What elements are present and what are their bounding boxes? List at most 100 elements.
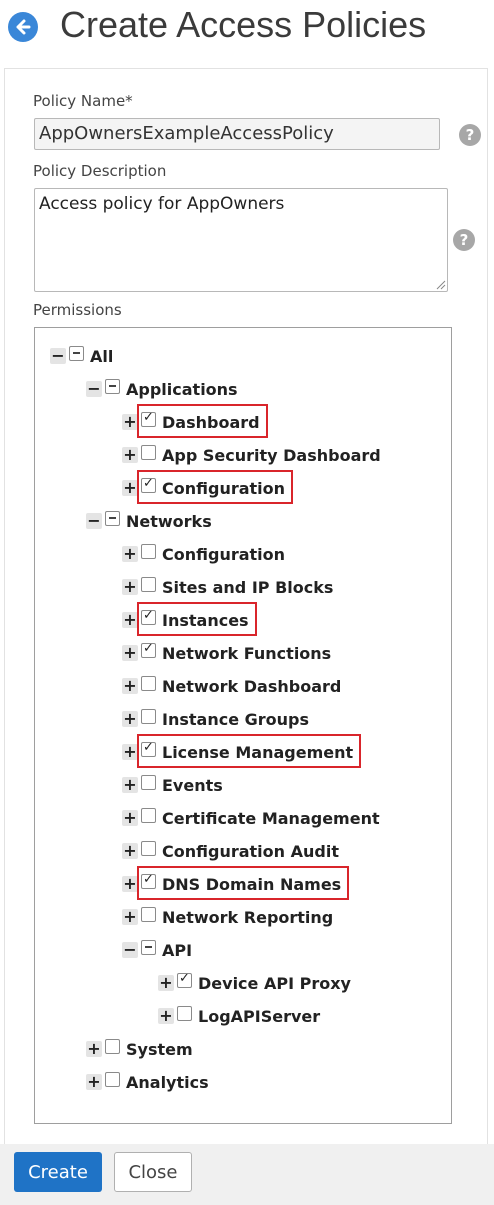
- tree-node-checkbox[interactable]: [141, 872, 156, 889]
- collapse-icon[interactable]: −: [86, 513, 102, 529]
- tree-node-checkbox[interactable]: [141, 444, 156, 460]
- tree-node-checkbox[interactable]: [141, 740, 156, 757]
- tree-node[interactable]: + Certificate Management: [122, 806, 380, 830]
- tree-node[interactable]: + Configuration: [122, 542, 285, 566]
- tree-node-checkbox[interactable]: [141, 906, 156, 922]
- tree-node-checkbox[interactable]: [141, 675, 156, 691]
- tree-node-checkbox[interactable]: [177, 971, 192, 988]
- create-button[interactable]: Create: [14, 1152, 102, 1192]
- tree-node-label: Configuration: [162, 478, 286, 498]
- tree-node-label: App Security Dashboard: [162, 445, 381, 465]
- tree-node-label: System: [126, 1039, 193, 1059]
- tree-node-checkbox[interactable]: [141, 476, 156, 493]
- tree-node-checkbox[interactable]: [141, 543, 156, 559]
- tree-node[interactable]: + Device API Proxy: [158, 971, 351, 995]
- tree-node[interactable]: − All: [50, 344, 113, 368]
- tree-node[interactable]: + DNS Domain Names: [122, 872, 341, 896]
- tree-node[interactable]: − Networks: [86, 509, 212, 533]
- tree-node-checkbox[interactable]: [141, 774, 156, 790]
- tree-node-checkbox[interactable]: [105, 378, 120, 394]
- close-button[interactable]: Close: [114, 1152, 192, 1192]
- policy-description-help-icon[interactable]: ?: [453, 229, 475, 251]
- tree-node-label: Applications: [126, 379, 238, 399]
- expand-icon[interactable]: +: [158, 1008, 174, 1024]
- tree-node[interactable]: + Events: [122, 773, 223, 797]
- tree-node[interactable]: + Dashboard: [122, 410, 260, 434]
- expand-icon[interactable]: +: [122, 447, 138, 463]
- tree-node-label: All: [90, 346, 114, 366]
- expand-icon[interactable]: +: [86, 1074, 102, 1090]
- tree-node-checkbox[interactable]: [141, 641, 156, 658]
- expand-icon[interactable]: +: [122, 612, 138, 628]
- tree-node[interactable]: − Applications: [86, 377, 238, 401]
- tree-node-label: Dashboard: [162, 412, 260, 432]
- tree-node-label: Network Reporting: [162, 907, 334, 927]
- tree-node[interactable]: + Analytics: [86, 1070, 209, 1094]
- tree-node[interactable]: + App Security Dashboard: [122, 443, 381, 467]
- expand-icon[interactable]: +: [122, 777, 138, 793]
- tree-node-checkbox[interactable]: [105, 1071, 120, 1087]
- tree-node-label: Network Dashboard: [162, 676, 342, 696]
- tree-node-label: LogAPIServer: [198, 1006, 321, 1026]
- tree-node-label: Certificate Management: [162, 808, 380, 828]
- tree-node[interactable]: + Network Reporting: [122, 905, 333, 929]
- tree-node-label: Sites and IP Blocks: [162, 577, 334, 597]
- expand-icon[interactable]: +: [86, 1041, 102, 1057]
- tree-node[interactable]: + Configuration: [122, 476, 285, 500]
- tree-node-checkbox[interactable]: [141, 939, 156, 955]
- tree-node[interactable]: + License Management: [122, 740, 353, 764]
- expand-icon[interactable]: +: [158, 975, 174, 991]
- expand-icon[interactable]: +: [122, 909, 138, 925]
- expand-icon[interactable]: +: [122, 546, 138, 562]
- tree-node[interactable]: − API: [122, 938, 192, 962]
- expand-icon[interactable]: +: [122, 678, 138, 694]
- expand-icon[interactable]: +: [122, 810, 138, 826]
- tree-node-label: Network Functions: [162, 643, 332, 663]
- tree-node-label: Instances: [162, 610, 249, 630]
- tree-node-checkbox[interactable]: [141, 708, 156, 724]
- tree-node-label: License Management: [162, 742, 354, 762]
- policy-name-label: Policy Name*: [33, 92, 133, 110]
- policy-name-help-icon[interactable]: ?: [459, 124, 481, 146]
- policy-description-textarea[interactable]: Access policy for AppOwners: [34, 188, 448, 292]
- tree-node[interactable]: + Instances: [122, 608, 249, 632]
- tree-node-label: Analytics: [126, 1072, 209, 1092]
- expand-icon[interactable]: +: [122, 645, 138, 661]
- tree-node-checkbox[interactable]: [141, 608, 156, 625]
- collapse-icon[interactable]: −: [50, 348, 66, 364]
- tree-node-checkbox[interactable]: [141, 807, 156, 823]
- tree-node-checkbox[interactable]: [141, 576, 156, 592]
- tree-node-label: Configuration: [162, 544, 286, 564]
- expand-icon[interactable]: +: [122, 876, 138, 892]
- policy-description-text: Access policy for AppOwners: [39, 194, 285, 214]
- permissions-label: Permissions: [33, 301, 122, 319]
- tree-node-checkbox[interactable]: [69, 345, 84, 361]
- collapse-icon[interactable]: −: [86, 381, 102, 397]
- tree-node[interactable]: + Network Dashboard: [122, 674, 341, 698]
- back-button[interactable]: [8, 12, 38, 42]
- page-title: Create Access Policies: [60, 4, 427, 45]
- tree-node[interactable]: + Configuration Audit: [122, 839, 339, 863]
- expand-icon[interactable]: +: [122, 744, 138, 760]
- expand-icon[interactable]: +: [122, 711, 138, 727]
- tree-node-checkbox[interactable]: [141, 410, 156, 427]
- tree-node-checkbox[interactable]: [177, 1005, 192, 1021]
- collapse-icon[interactable]: −: [122, 942, 138, 958]
- tree-node-label: Events: [162, 775, 223, 795]
- tree-node-checkbox[interactable]: [105, 510, 120, 526]
- tree-node-checkbox[interactable]: [141, 840, 156, 856]
- tree-node-label: Device API Proxy: [198, 973, 351, 993]
- tree-node[interactable]: + Network Functions: [122, 641, 331, 665]
- tree-node-checkbox[interactable]: [105, 1038, 120, 1054]
- tree-node[interactable]: + LogAPIServer: [158, 1004, 320, 1028]
- expand-icon[interactable]: +: [122, 579, 138, 595]
- tree-node[interactable]: + System: [86, 1037, 193, 1061]
- expand-icon[interactable]: +: [122, 480, 138, 496]
- policy-name-input[interactable]: AppOwnersExampleAccessPolicy: [34, 118, 440, 150]
- expand-icon[interactable]: +: [122, 843, 138, 859]
- tree-node[interactable]: + Sites and IP Blocks: [122, 575, 333, 599]
- resize-grip-icon[interactable]: [436, 280, 446, 290]
- expand-icon[interactable]: +: [122, 414, 138, 430]
- arrow-left-icon: [16, 19, 31, 35]
- tree-node[interactable]: + Instance Groups: [122, 707, 309, 731]
